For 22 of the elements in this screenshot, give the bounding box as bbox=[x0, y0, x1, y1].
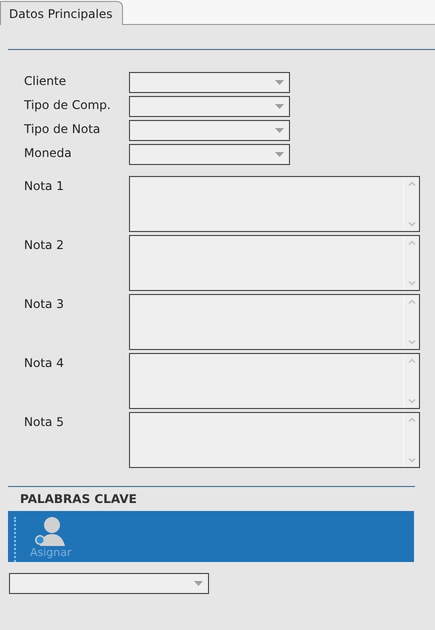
tab[interactable]: Datos Principales bbox=[0, 1, 124, 25]
dropdown[interactable] bbox=[9, 573, 209, 594]
caret-icon bbox=[275, 152, 284, 157]
user-add-icon bbox=[34, 516, 68, 546]
dropdown[interactable] bbox=[129, 144, 290, 165]
field-label: Tipo de Comp. bbox=[24, 97, 112, 114]
field-label: Nota 3 bbox=[24, 296, 65, 313]
dropdown[interactable] bbox=[129, 120, 290, 141]
field-label: Cliente bbox=[24, 73, 68, 90]
section-title: PALABRAS CLAVE bbox=[20, 491, 138, 508]
field-label: Tipo de Nota bbox=[24, 121, 102, 138]
field-label: Nota 1 bbox=[24, 178, 65, 195]
field-label: Nota 4 bbox=[24, 355, 65, 372]
caret-icon bbox=[275, 128, 284, 133]
caret-icon bbox=[275, 104, 284, 109]
caret-icon bbox=[194, 581, 203, 586]
field-label: Moneda bbox=[24, 145, 73, 162]
dropdown[interactable] bbox=[129, 96, 290, 117]
field-label: Nota 2 bbox=[24, 237, 65, 254]
field-label: Nota 5 bbox=[24, 414, 65, 431]
dropdown[interactable] bbox=[129, 72, 290, 93]
caret-icon bbox=[275, 80, 284, 85]
